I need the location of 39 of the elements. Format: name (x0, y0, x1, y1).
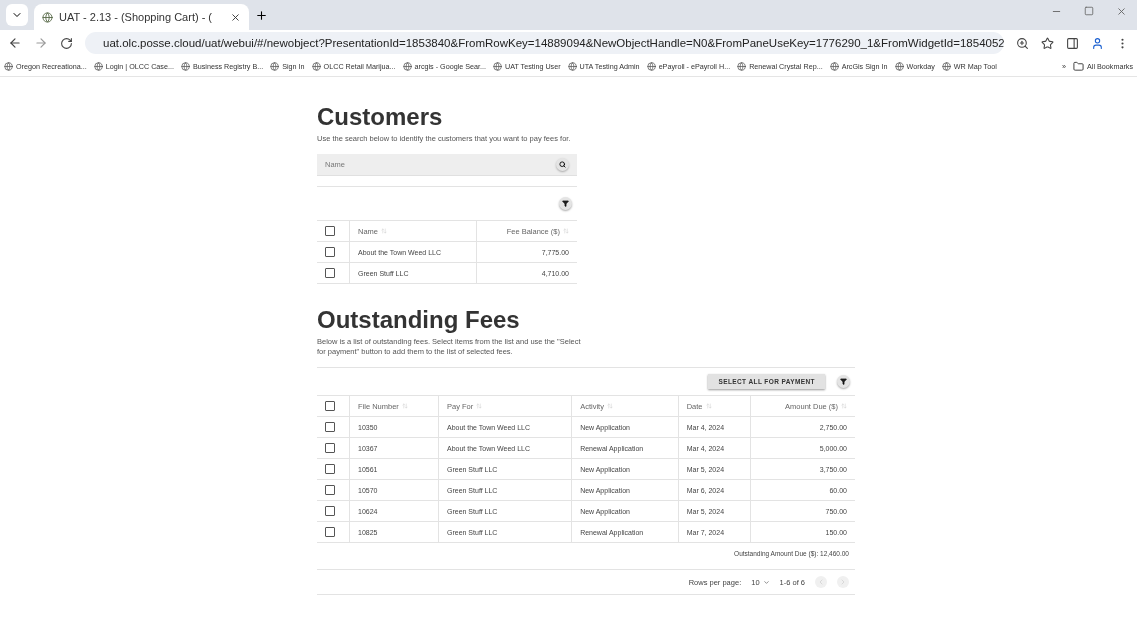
reload-icon[interactable] (60, 36, 73, 50)
globe-icon (941, 61, 951, 71)
checkbox[interactable] (325, 226, 335, 237)
globe-icon (829, 61, 839, 71)
globe-icon (93, 61, 103, 71)
checkbox[interactable] (325, 443, 335, 454)
globe-icon (493, 61, 503, 71)
checkbox[interactable] (325, 247, 335, 258)
checkbox[interactable] (325, 268, 335, 279)
checkbox[interactable] (325, 422, 335, 433)
star-icon[interactable] (1041, 36, 1054, 50)
checkbox[interactable] (325, 527, 335, 538)
close-icon[interactable] (230, 11, 241, 23)
globe-icon (894, 61, 904, 71)
site-icon (42, 11, 53, 23)
new-tab-icon[interactable] (255, 8, 268, 22)
globe-icon (4, 61, 13, 71)
globe-icon (567, 61, 577, 71)
folder-icon (1073, 60, 1085, 72)
forward-icon[interactable] (34, 36, 48, 50)
globe-icon (737, 61, 747, 71)
back-icon[interactable] (8, 36, 22, 50)
globe-icon (180, 61, 190, 71)
section-title: Outstanding Fees (317, 306, 521, 335)
section-title: Customers (317, 103, 444, 131)
checkbox[interactable] (325, 485, 335, 496)
browser-tab[interactable]: UAT - 2.13 - (Shopping Cart) - ( (34, 4, 249, 30)
tab-list-button[interactable] (6, 4, 28, 26)
address-bar[interactable]: uat.olc.posse.cloud/uat/webui/#/newobject?PresentationId=1853840&FromRowKey=14889094&NewObjectHandle=N0&FromPaneUseKey=1776290_1&FromWidgetId=1854052 (85, 32, 1004, 54)
checkbox[interactable] (325, 401, 335, 412)
zoom-icon[interactable] (1016, 36, 1029, 50)
globe-icon (270, 61, 280, 71)
globe-icon (311, 61, 321, 71)
globe-icon (402, 61, 412, 71)
side-panel-icon[interactable] (1066, 36, 1079, 50)
checkbox[interactable] (325, 506, 335, 517)
profile-icon[interactable] (1091, 36, 1104, 50)
checkbox[interactable] (325, 464, 335, 475)
globe-icon (646, 61, 656, 71)
